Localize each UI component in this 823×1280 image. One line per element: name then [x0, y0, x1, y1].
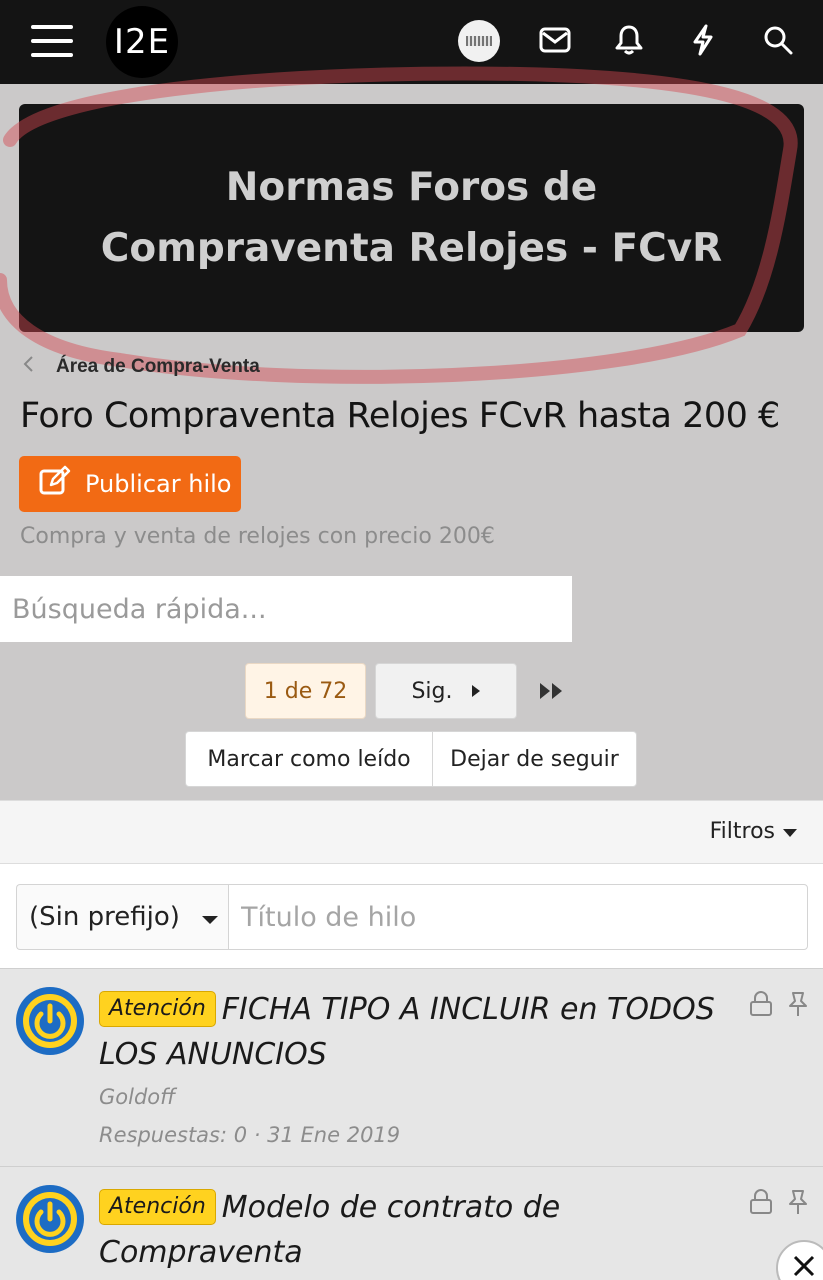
- filters-label: Filtros: [709, 819, 775, 844]
- bell-icon[interactable]: [607, 18, 651, 62]
- rules-banner[interactable]: Normas Foros de Compraventa Relojes - FC…: [19, 104, 804, 332]
- caret-down-icon: [201, 902, 218, 932]
- publish-label: Publicar hilo: [85, 470, 232, 498]
- site-logo[interactable]: I2E: [106, 6, 178, 78]
- bolt-icon[interactable]: [683, 18, 723, 62]
- chevron-left-icon: [22, 355, 34, 379]
- lock-icon: [749, 991, 773, 1022]
- banner-title: Normas Foros de Compraventa Relojes - FC…: [100, 165, 723, 271]
- prefix-value: (Sin prefijo): [29, 902, 180, 932]
- page-selector[interactable]: 1 de 72: [245, 663, 366, 719]
- avatar-image: [466, 36, 492, 46]
- thread-meta: Respuestas: 0 · 31 Ene 2019: [99, 1123, 401, 1147]
- search-icon[interactable]: [756, 18, 800, 62]
- thread-status: [749, 991, 809, 1022]
- thread-status: [749, 1189, 809, 1220]
- thread-title-input[interactable]: [228, 884, 808, 950]
- last-page-icon[interactable]: [534, 663, 570, 719]
- breadcrumb[interactable]: Área de Compra-Venta: [22, 352, 260, 382]
- avatar[interactable]: [16, 1185, 84, 1253]
- attention-badge: Atención: [99, 1189, 216, 1225]
- menu-icon[interactable]: [28, 20, 76, 62]
- breadcrumb-label[interactable]: Área de Compra-Venta: [56, 356, 260, 378]
- page-title: Foro Compraventa Relojes FCvR hasta 200 …: [20, 396, 780, 436]
- publish-thread-button[interactable]: Publicar hilo: [19, 456, 241, 512]
- thread-body: Atención Modelo de contrato de Compravent…: [99, 1185, 719, 1275]
- pin-icon: [787, 991, 809, 1022]
- lock-icon: [749, 1189, 773, 1220]
- thread-title[interactable]: Atención FICHA TIPO A INCLUIR en TODOS LO…: [99, 987, 719, 1077]
- forum-description: Compra y venta de relojes con precio 200…: [20, 524, 495, 549]
- filter-bar: Filtros: [0, 800, 823, 864]
- attention-badge: Atención: [99, 991, 216, 1027]
- thread-author[interactable]: Goldoff: [99, 1085, 719, 1109]
- thread-body: Atención FICHA TIPO A INCLUIR en TODOS LO…: [99, 987, 719, 1147]
- filters-dropdown[interactable]: Filtros: [710, 819, 797, 844]
- thread-item[interactable]: Atención FICHA TIPO A INCLUIR en TODOS LO…: [0, 968, 823, 1166]
- pin-icon: [787, 1189, 809, 1220]
- avatar[interactable]: [16, 987, 84, 1055]
- mark-read-button[interactable]: Marcar como leído: [186, 732, 433, 786]
- forum-actions: Marcar como leído Dejar de seguir: [185, 731, 637, 787]
- user-avatar[interactable]: [458, 20, 500, 62]
- quick-search-input[interactable]: [0, 576, 572, 642]
- caret-right-icon: [471, 679, 481, 704]
- thread-item[interactable]: Atención Modelo de contrato de Compravent…: [0, 1166, 823, 1280]
- prefix-select[interactable]: (Sin prefijo): [16, 884, 228, 950]
- quick-thread-form: (Sin prefijo): [0, 864, 823, 968]
- thread-title[interactable]: Atención Modelo de contrato de Compravent…: [99, 1185, 719, 1275]
- caret-down-icon: [783, 819, 797, 844]
- top-bar: I2E: [0, 0, 823, 84]
- next-label: Sig.: [411, 678, 453, 704]
- edit-icon: [39, 465, 71, 503]
- unfollow-button[interactable]: Dejar de seguir: [433, 732, 636, 786]
- mail-icon[interactable]: [533, 20, 577, 60]
- next-page-button[interactable]: Sig.: [375, 663, 517, 719]
